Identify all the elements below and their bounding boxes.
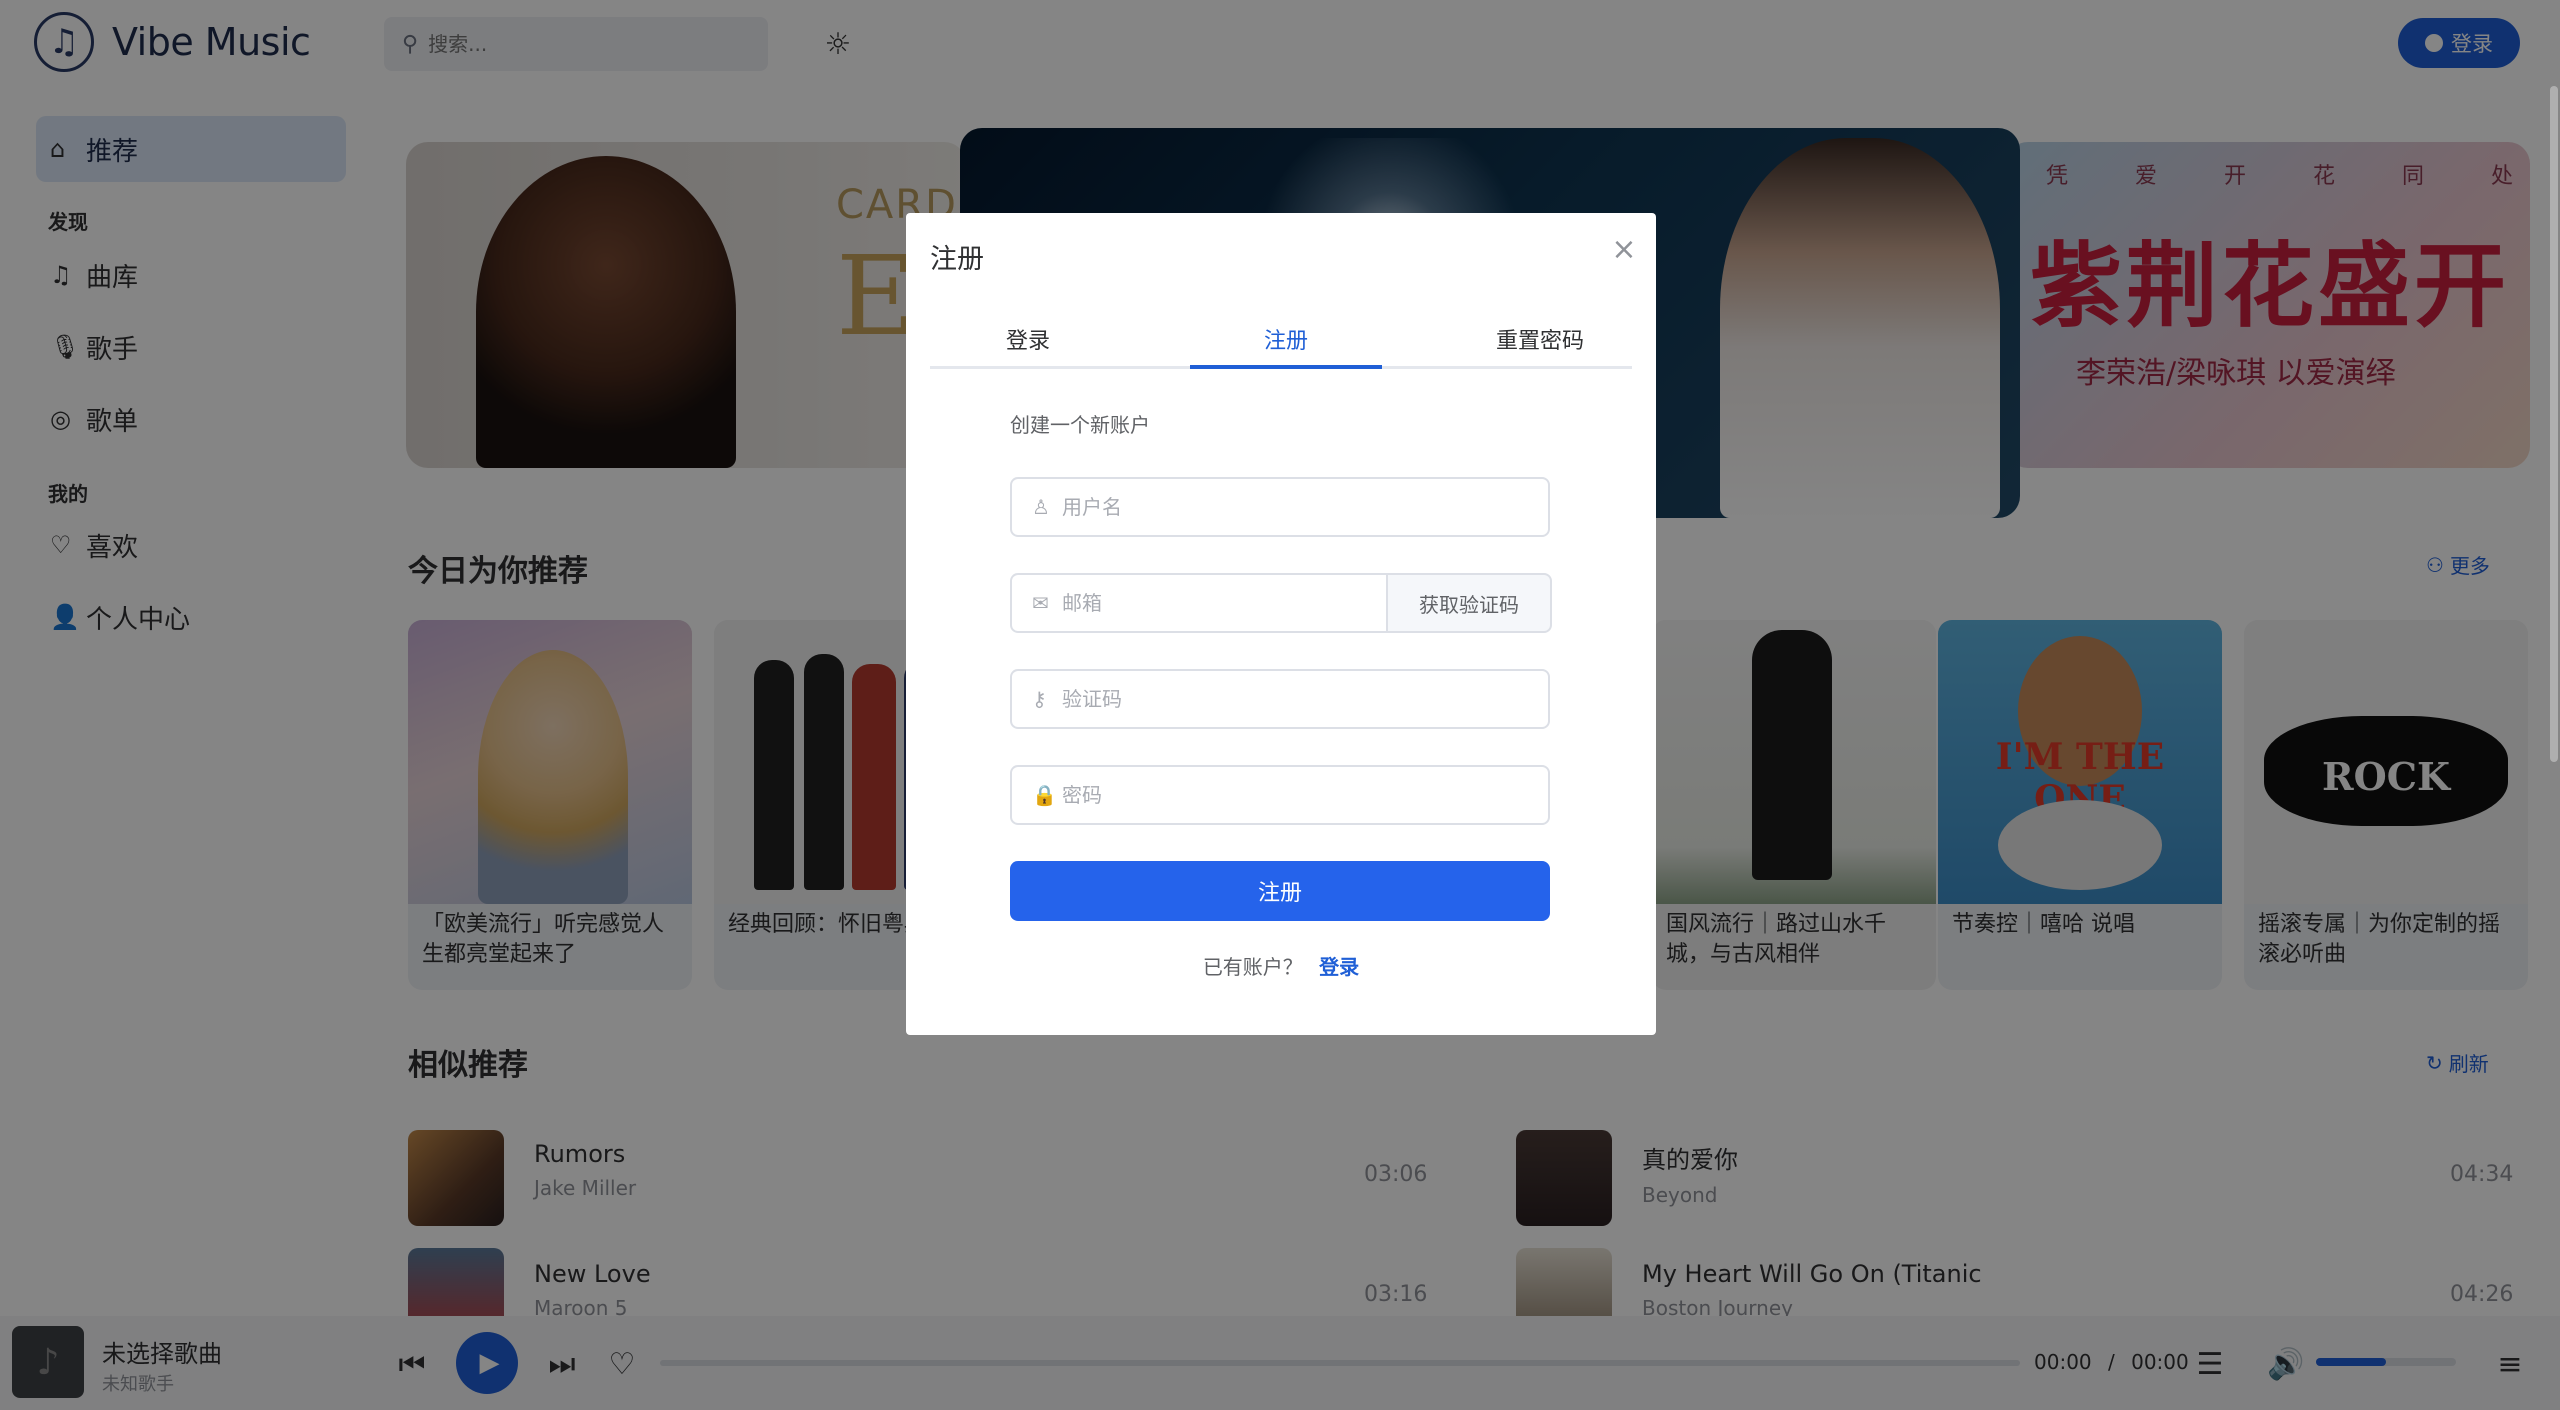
get-code-button[interactable]: 获取验证码 bbox=[1386, 573, 1552, 633]
page-scrollbar[interactable] bbox=[2550, 86, 2558, 762]
auth-tabs: 登录 注册 重置密码 bbox=[930, 309, 1632, 369]
user-icon: ♙ bbox=[1032, 495, 1050, 519]
close-icon[interactable]: × bbox=[1606, 231, 1642, 267]
verification-code-field[interactable]: ⚷ bbox=[1010, 669, 1550, 729]
active-tab-indicator bbox=[1190, 365, 1382, 369]
mail-icon: ✉ bbox=[1032, 591, 1049, 615]
email-input[interactable] bbox=[1062, 591, 1382, 615]
footer-login-link[interactable]: 登录 bbox=[1319, 955, 1359, 979]
key-icon: ⚷ bbox=[1032, 687, 1047, 711]
password-input[interactable] bbox=[1062, 783, 1502, 807]
register-dialog: 注册 × 登录 注册 重置密码 创建一个新账户 ♙ ✉ 获取验证码 ⚷ 🔒 注册… bbox=[906, 213, 1656, 1035]
dialog-footer: 已有账户？ 登录 bbox=[906, 951, 1656, 980]
tab-login[interactable]: 登录 bbox=[930, 309, 1126, 369]
lock-icon: 🔒 bbox=[1032, 783, 1057, 807]
tab-register[interactable]: 注册 bbox=[1188, 309, 1384, 369]
username-field[interactable]: ♙ bbox=[1010, 477, 1550, 537]
register-submit-button[interactable]: 注册 bbox=[1010, 861, 1550, 921]
dialog-subtitle: 创建一个新账户 bbox=[1010, 413, 1150, 437]
password-field[interactable]: 🔒 bbox=[1010, 765, 1550, 825]
verification-code-input[interactable] bbox=[1062, 687, 1502, 711]
dialog-title: 注册 bbox=[930, 244, 984, 275]
email-field[interactable]: ✉ 获取验证码 bbox=[1010, 573, 1552, 633]
username-input[interactable] bbox=[1062, 495, 1502, 519]
footer-prompt: 已有账户？ bbox=[1202, 955, 1303, 979]
tab-reset-password[interactable]: 重置密码 bbox=[1442, 309, 1638, 369]
